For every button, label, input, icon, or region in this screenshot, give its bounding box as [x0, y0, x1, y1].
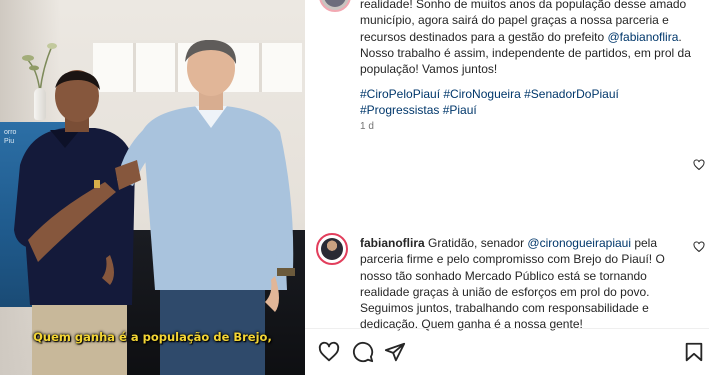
heart-icon[interactable] — [693, 241, 705, 253]
comment-text-part1: Gratidão, senador — [424, 236, 528, 250]
bookmark-icon[interactable] — [683, 341, 705, 363]
post-mention-link[interactable]: @fabianoflira — [608, 30, 679, 44]
comment-mention-link[interactable]: @cironogueirapiaui — [527, 236, 631, 250]
author-avatar[interactable] — [319, 0, 351, 12]
post-hashtags[interactable]: #CiroPeloPiauí #CiroNogueira #SenadorDoP… — [360, 86, 695, 119]
heart-icon[interactable] — [318, 341, 340, 363]
post-timestamp[interactable]: 1 d — [360, 121, 374, 132]
person-right — [115, 40, 295, 375]
comments-panel: realidade! Sonho de muitos anos da popul… — [305, 0, 709, 375]
video-caption: Quem ganha é a população de Brejo, — [33, 330, 272, 344]
comment-icon[interactable] — [352, 341, 374, 363]
commenter-avatar[interactable] — [316, 233, 348, 265]
comment-text-part2: pela parceria firme e pelo compromisso c… — [360, 236, 665, 332]
comment-username[interactable]: fabianoflira — [360, 236, 425, 250]
action-divider — [305, 328, 709, 329]
heart-icon[interactable] — [693, 159, 705, 171]
action-bar — [305, 333, 709, 369]
post-caption-text: realidade! Sonho de muitos anos da popul… — [360, 0, 695, 77]
post-video[interactable]: orro Piu Quem ganha é a população de Bre… — [0, 0, 305, 375]
comment-text: fabianoflira Gratidão, senador @cironogu… — [360, 235, 678, 333]
share-icon[interactable] — [384, 341, 406, 363]
